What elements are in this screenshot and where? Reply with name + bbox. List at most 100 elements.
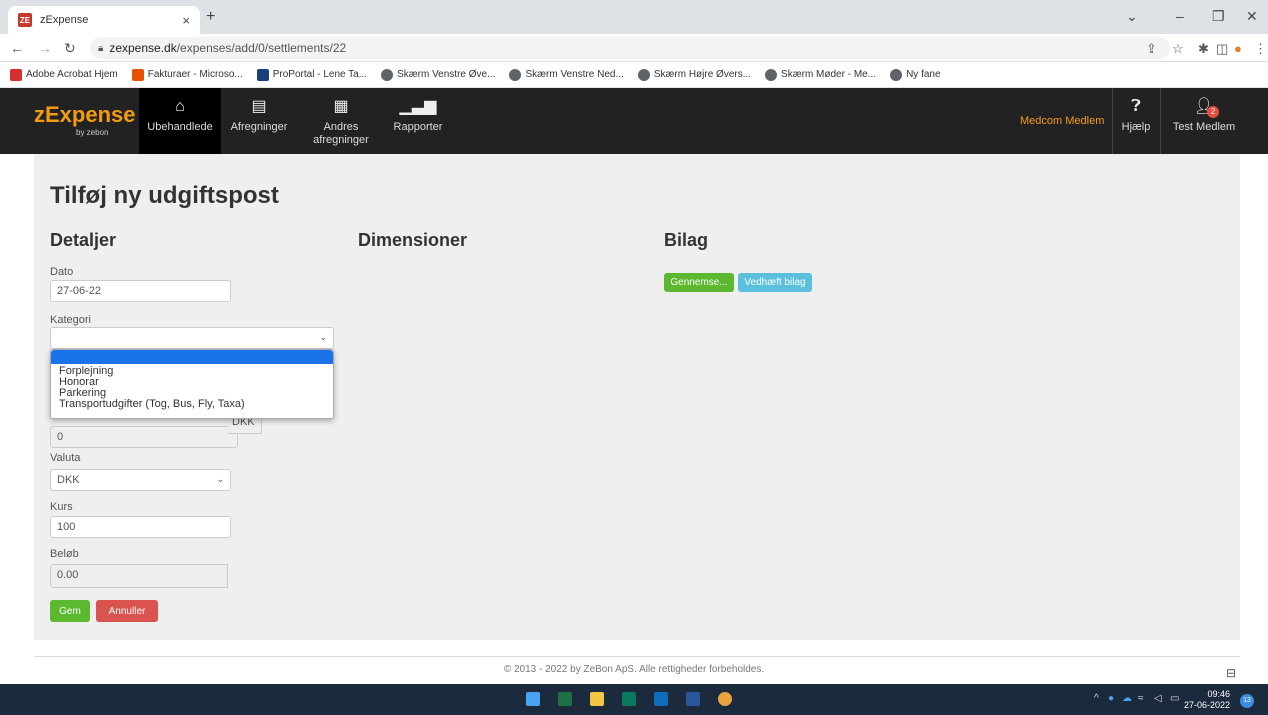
logo-subtitle: by zebon — [76, 128, 109, 137]
acrobat-icon — [10, 68, 22, 81]
kategori-option-selected[interactable] — [51, 350, 333, 364]
chevron-down-icon: ⌄ — [319, 332, 327, 342]
valuta-select[interactable]: DKK ⌄ — [50, 469, 231, 491]
bookmark-star-icon[interactable]: ☆ — [1172, 41, 1184, 57]
bookmark-label: Skærm Venstre Øve... — [397, 69, 496, 80]
new-tab-button[interactable]: + — [206, 8, 215, 26]
project-icon[interactable] — [622, 692, 636, 706]
url-input[interactable]: 🔒︎ zexpense.dk/expenses/add/0/settlement… — [90, 37, 1170, 59]
restore-icon[interactable]: ❐ — [1212, 8, 1225, 25]
bookmark-item[interactable]: ProPortal - Lene Ta... — [256, 68, 367, 81]
bookmark-item[interactable]: Ny fane — [890, 68, 941, 81]
attach-button[interactable]: Vedhæft bilag — [738, 273, 812, 292]
nav-andres-afregninger[interactable]: ▦ Andres afregninger — [304, 88, 378, 154]
amount-input[interactable]: 0 — [50, 426, 238, 448]
nav-label: Hjælp — [1121, 121, 1151, 133]
nav-label: Afregninger — [230, 121, 288, 133]
browse-button[interactable]: Gennemse... — [664, 273, 734, 292]
globe-icon — [765, 68, 778, 81]
nav-ubehandlede[interactable]: ⌂ Ubehandlede — [139, 88, 221, 154]
tab-close-icon[interactable]: × — [182, 13, 190, 28]
extensions-icon[interactable]: ✱ — [1198, 41, 1209, 57]
belob-input[interactable]: 0.00 — [50, 564, 228, 588]
tray-chevron-icon[interactable]: ^ — [1094, 693, 1099, 704]
close-window-icon[interactable]: ✕ — [1246, 8, 1258, 25]
outlook-icon[interactable] — [654, 692, 668, 706]
nav-user[interactable]: 👤︎ Test Medlem — [1166, 88, 1242, 154]
bookmark-label: Skærm Højre Øvers... — [653, 69, 752, 80]
dato-input[interactable]: 27-06-22 — [50, 280, 231, 302]
nav-label: Test Medlem — [1172, 121, 1236, 133]
bar-chart-icon: ▁▃▆ — [399, 98, 437, 115]
tab-search-icon[interactable]: ⌄ — [1126, 8, 1138, 25]
valuta-label: Valuta — [50, 452, 81, 464]
inbox-icon: ⌂ — [175, 98, 185, 115]
scroll-icon[interactable]: ⊟ — [1226, 666, 1236, 680]
save-button[interactable]: Gem — [50, 600, 90, 622]
valuta-value: DKK — [57, 474, 80, 486]
document-icon: ▤ — [251, 98, 267, 115]
nav-afregninger[interactable]: ▤ Afregninger — [224, 88, 294, 154]
profile-avatar-icon[interactable]: ● — [1234, 41, 1242, 56]
help-icon: ❓︎ — [1131, 98, 1141, 115]
tab-title: zExpense — [40, 14, 89, 26]
kategori-dropdown: Forplejning Honorar Parkering Transportu… — [50, 349, 334, 419]
section-dimensions: Dimensioner — [358, 230, 468, 250]
back-icon[interactable]: ← — [10, 40, 24, 56]
bookmark-item[interactable]: Fakturaer - Microso... — [131, 68, 243, 81]
app-logo[interactable]: zExpense — [34, 104, 136, 126]
windows-start-icon[interactable] — [526, 692, 540, 706]
nav-label: Andres afregninger — [313, 121, 369, 146]
volume-icon[interactable]: ◁ — [1154, 693, 1162, 704]
reload-icon[interactable]: ↻ — [64, 40, 76, 57]
menu-icon[interactable]: ⋮ — [1254, 41, 1267, 57]
clock-date: 27-06-2022 — [1184, 700, 1231, 710]
minimize-icon[interactable]: – — [1176, 8, 1184, 24]
bookmark-item[interactable]: Skærm Højre Øvers... — [637, 68, 752, 81]
nav-label: Ubehandlede — [147, 121, 213, 133]
browser-tab[interactable]: ZE zExpense × — [8, 6, 200, 34]
kurs-input[interactable]: 100 — [50, 516, 231, 538]
footer-divider — [34, 656, 1240, 657]
file-explorer-icon[interactable] — [590, 692, 604, 706]
zexpense-favicon-icon: ZE — [18, 13, 32, 27]
cancel-button[interactable]: Annuller — [96, 600, 158, 622]
kategori-option[interactable]: Transportudgifter (Tog, Bus, Fly, Taxa) — [51, 399, 333, 410]
bookmark-item[interactable]: Skærm Venstre Øve... — [381, 68, 496, 81]
bookmark-label: Skærm Venstre Ned... — [525, 69, 624, 80]
onedrive-icon[interactable]: ☁ — [1122, 693, 1132, 704]
system-clock[interactable]: 09:46 27-06-2022 — [1184, 689, 1230, 711]
page-title: Tilføj ny udgiftspost — [50, 182, 279, 209]
globe-icon — [890, 68, 903, 81]
sidepanel-icon[interactable]: ◫ — [1216, 41, 1228, 57]
bookmark-item[interactable]: Skærm Venstre Ned... — [509, 68, 624, 81]
nav-rapporter[interactable]: ▁▃▆ Rapporter — [386, 88, 450, 154]
tray-app-icon[interactable]: ● — [1108, 693, 1114, 704]
app-navbar: zExpense by zebon ⌂ Ubehandlede ▤ Afregn… — [0, 88, 1268, 154]
bookmark-label: Ny fane — [906, 69, 941, 80]
notification-badge[interactable]: 13 — [1240, 694, 1254, 708]
url-path: /expenses/add/0/settlements/22 — [176, 41, 347, 55]
belob-label: Beløb — [50, 548, 79, 560]
bookmark-item[interactable]: Adobe Acrobat Hjem — [10, 68, 118, 81]
wifi-icon[interactable]: ≈ — [1138, 693, 1144, 704]
user-notification-badge: 2 — [1207, 106, 1219, 118]
organization-name[interactable]: Medcom Medlem — [1020, 115, 1104, 127]
nav-label: Rapporter — [393, 121, 443, 133]
battery-icon[interactable]: ▭ — [1170, 693, 1179, 704]
bookmark-item[interactable]: Skærm Møder - Me... — [765, 68, 876, 81]
nav-help[interactable]: ❓︎ Hjælp — [1116, 88, 1156, 154]
dato-label: Dato — [50, 266, 74, 278]
word-icon[interactable] — [686, 692, 700, 706]
section-details: Detaljer — [50, 230, 117, 250]
globe-icon — [381, 68, 394, 81]
chrome-icon[interactable] — [718, 692, 732, 706]
share-icon[interactable]: ⇪ — [1146, 41, 1157, 57]
footer-copyright: © 2013 - 2022 by ZeBon ApS. Alle rettigh… — [503, 664, 765, 675]
kategori-select[interactable]: ⌄ — [50, 327, 334, 349]
kategori-label: Kategori — [50, 314, 91, 326]
excel-icon[interactable] — [558, 692, 572, 706]
windows-taskbar: ^ ● ☁ ≈ ◁ ▭ 09:46 27-06-2022 13 — [0, 684, 1268, 715]
forward-icon[interactable]: → — [38, 40, 52, 56]
office-icon — [131, 68, 144, 81]
